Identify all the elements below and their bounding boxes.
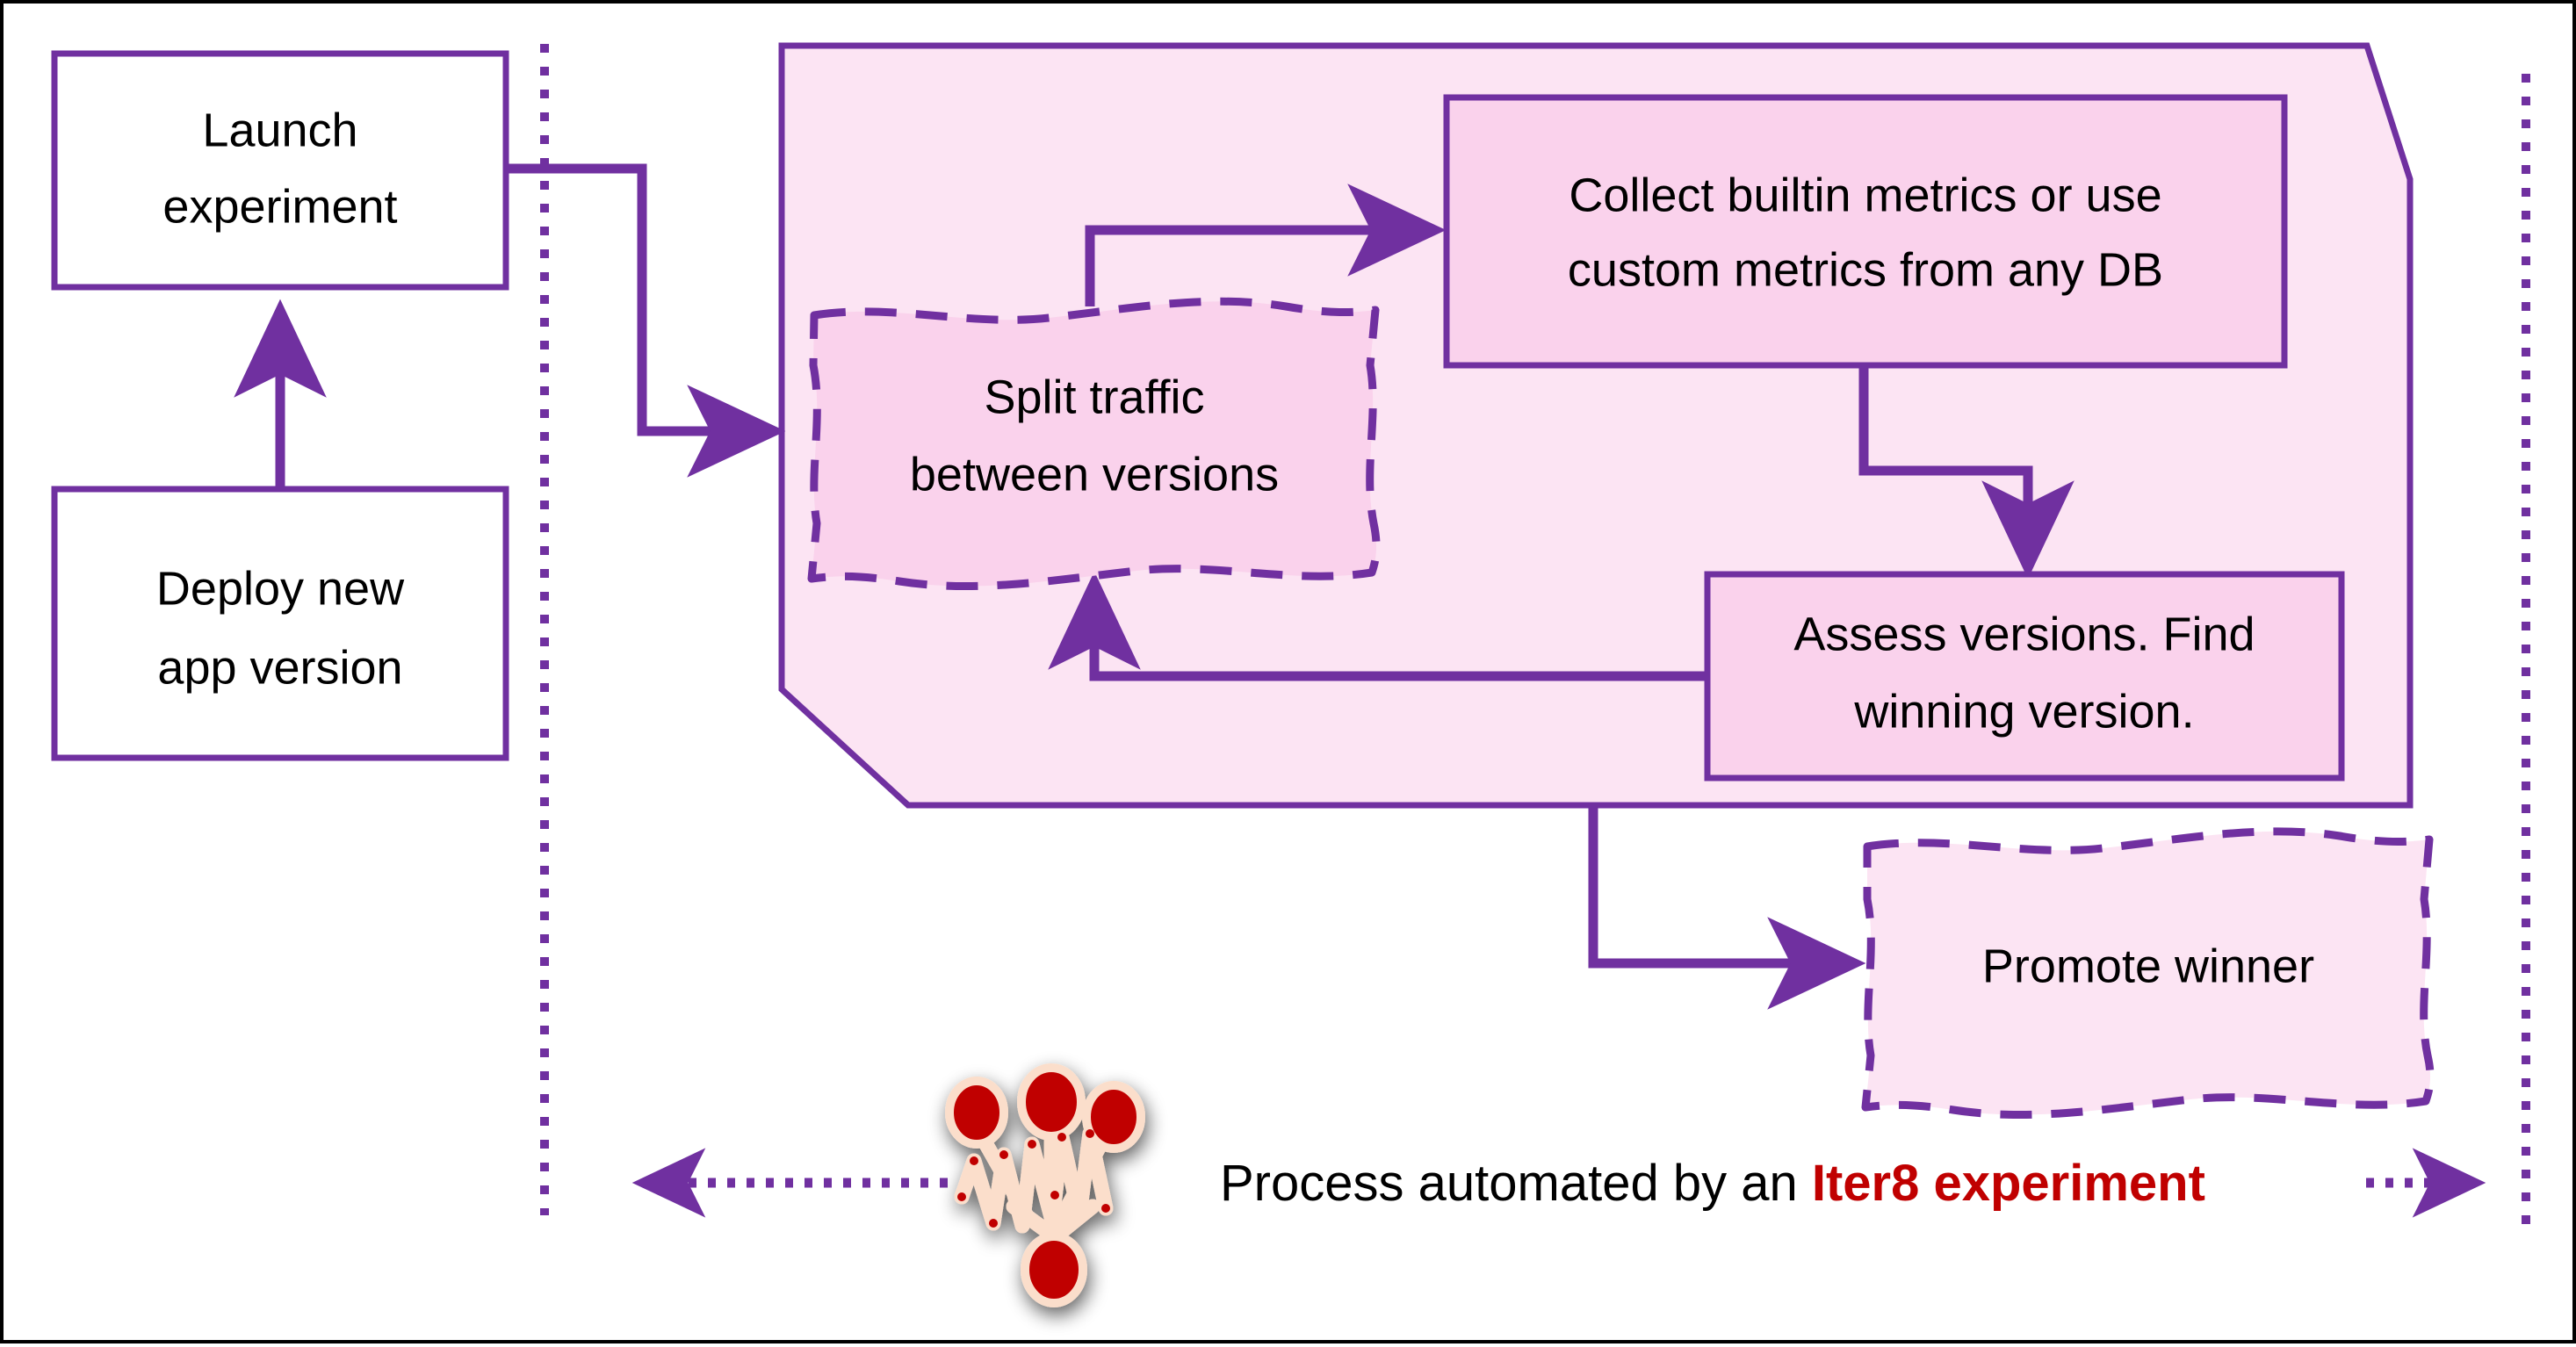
node-deploy-new-app-version[interactable]: Deploy new app version [51, 486, 509, 761]
logo-node-1 [945, 1077, 1008, 1149]
caption-prefix: Process automated by an Iter8 experiment [1220, 1155, 2205, 1212]
node-launch-experiment[interactable]: Launch experiment [51, 50, 509, 291]
node-assess-versions-line-0: Assess versions. Find [1793, 608, 2255, 660]
logo-node-4 [1021, 1232, 1087, 1307]
node-deploy-new-app-version-line-1: app version [157, 641, 402, 694]
iter8-logo [945, 1063, 1145, 1307]
node-collect-metrics-line-1: custom metrics from any DB [1568, 243, 2163, 296]
iter8-flow-diagram: Launch experiment Deploy new app version… [51, 42, 2530, 1307]
logo-node-2 [1017, 1063, 1086, 1141]
diagram-canvas: Launch experiment Deploy new app version… [0, 0, 2576, 1343]
node-launch-experiment-line-0: Launch [202, 104, 357, 156]
node-promote-winner[interactable]: Promote winner [1861, 827, 2435, 1119]
node-assess-versions-line-1: winning version. [1853, 685, 2194, 738]
node-promote-winner-line-0: Promote winner [1982, 940, 2314, 992]
edge-region-to-promote [1588, 805, 1866, 1010]
node-split-traffic[interactable]: Split traffic between versions [807, 297, 1381, 590]
node-collect-metrics[interactable]: Collect builtin metrics or use custom me… [1443, 94, 2288, 369]
node-split-traffic-line-1: between versions [910, 448, 1279, 501]
node-collect-metrics-line-0: Collect builtin metrics or use [1569, 169, 2161, 221]
node-deploy-new-app-version-line-0: Deploy new [156, 562, 405, 615]
node-assess-versions[interactable]: Assess versions. Find winning version. [1704, 571, 2345, 782]
logo-node-3 [1082, 1081, 1145, 1153]
node-launch-experiment-line-1: experiment [162, 180, 397, 233]
node-split-traffic-line-0: Split traffic [984, 371, 1204, 423]
caption: Process automated by an Iter8 experiment [1220, 1155, 2205, 1212]
